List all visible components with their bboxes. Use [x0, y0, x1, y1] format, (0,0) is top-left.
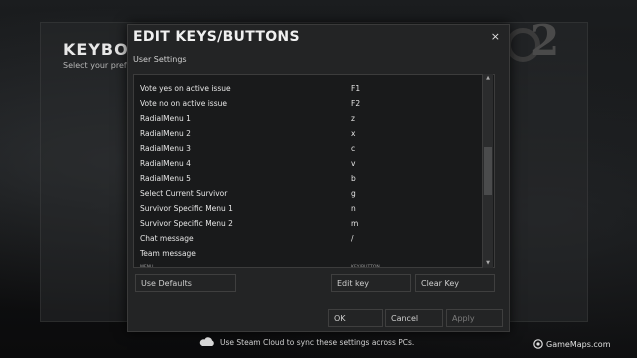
- key-binding-list[interactable]: Vote yes on active issue F1 Vote no on act…: [133, 74, 495, 268]
- list-item[interactable]: Chat message /: [134, 231, 479, 246]
- binding-action-label: Team message: [140, 249, 196, 258]
- steam-cloud-label: Use Steam Cloud to sync these settings a…: [220, 338, 415, 347]
- binding-key-label: n: [351, 204, 356, 213]
- list-item[interactable]: Survivor Specific Menu 1 n: [134, 201, 479, 216]
- close-icon[interactable]: ×: [491, 30, 500, 43]
- list-scrollbar[interactable]: ▲ ▼: [482, 74, 493, 268]
- list-item[interactable]: Survivor Specific Menu 2 m: [134, 216, 479, 231]
- watermark-text: GameMaps.com: [546, 340, 611, 349]
- list-item[interactable]: RadialMenu 1 z: [134, 111, 479, 126]
- list-item[interactable]: Vote no on active issue F2: [134, 96, 479, 111]
- binding-action-label: Survivor Specific Menu 2: [140, 219, 233, 228]
- use-defaults-button[interactable]: Use Defaults: [135, 274, 236, 292]
- list-item[interactable]: RadialMenu 4 v: [134, 156, 479, 171]
- watermark: GameMaps.com: [533, 339, 611, 349]
- binding-key-label: x: [351, 129, 356, 138]
- cloud-icon: [199, 337, 214, 346]
- section-label: User Settings: [133, 55, 187, 64]
- binding-action-label: RadialMenu 5: [140, 174, 191, 183]
- game-logo: 2: [530, 16, 560, 65]
- column-header-key: KEY/BUTTON: [351, 265, 380, 268]
- list-item[interactable]: RadialMenu 3 c: [134, 141, 479, 156]
- binding-action-label: Survivor Specific Menu 1: [140, 204, 233, 213]
- binding-action-label: RadialMenu 4: [140, 159, 191, 168]
- binding-action-label: Vote yes on active issue: [140, 84, 231, 93]
- apply-button[interactable]: Apply: [446, 309, 503, 327]
- list-item[interactable]: RadialMenu 2 x: [134, 126, 479, 141]
- list-item[interactable]: Select Current Survivor g: [134, 186, 479, 201]
- list-item[interactable]: Team message: [134, 246, 479, 261]
- scroll-up-arrow-icon[interactable]: ▲: [483, 74, 493, 83]
- binding-action-label: Select Current Survivor: [140, 189, 228, 198]
- binding-key-label: /: [351, 234, 354, 243]
- binding-key-label: c: [351, 144, 356, 153]
- binding-action-label: Vote no on active issue: [140, 99, 227, 108]
- ok-button[interactable]: OK: [328, 309, 383, 327]
- binding-action-label: RadialMenu 3: [140, 144, 191, 153]
- list-item[interactable]: RadialMenu 5 b: [134, 171, 479, 186]
- scroll-down-arrow-icon[interactable]: ▼: [483, 259, 493, 268]
- column-header-action: MENU: [140, 265, 154, 268]
- dialog-title: EDIT KEYS/BUTTONS: [133, 29, 300, 45]
- binding-key-label: F1: [351, 84, 361, 93]
- cancel-button[interactable]: Cancel: [385, 309, 443, 327]
- binding-key-label: v: [351, 159, 356, 168]
- binding-key-label: b: [351, 174, 356, 183]
- edit-keys-dialog: EDIT KEYS/BUTTONS × User Settings Vote y…: [127, 24, 510, 332]
- binding-key-label: z: [351, 114, 355, 123]
- binding-action-label: Chat message: [140, 234, 194, 243]
- list-column-header: MENU KEY/BUTTON: [134, 265, 479, 268]
- edit-key-button[interactable]: Edit key: [331, 274, 411, 292]
- list-item[interactable]: Vote yes on active issue F1: [134, 81, 479, 96]
- binding-key-label: g: [351, 189, 356, 198]
- clear-key-button[interactable]: Clear Key: [415, 274, 495, 292]
- binding-key-label: m: [351, 219, 359, 228]
- binding-action-label: RadialMenu 2: [140, 129, 191, 138]
- binding-action-label: RadialMenu 1: [140, 114, 191, 123]
- scrollbar-thumb[interactable]: [484, 147, 492, 195]
- binding-key-label: F2: [351, 99, 361, 108]
- background-subtitle: Select your pref: [63, 61, 127, 70]
- watermark-logo-icon: [533, 339, 543, 349]
